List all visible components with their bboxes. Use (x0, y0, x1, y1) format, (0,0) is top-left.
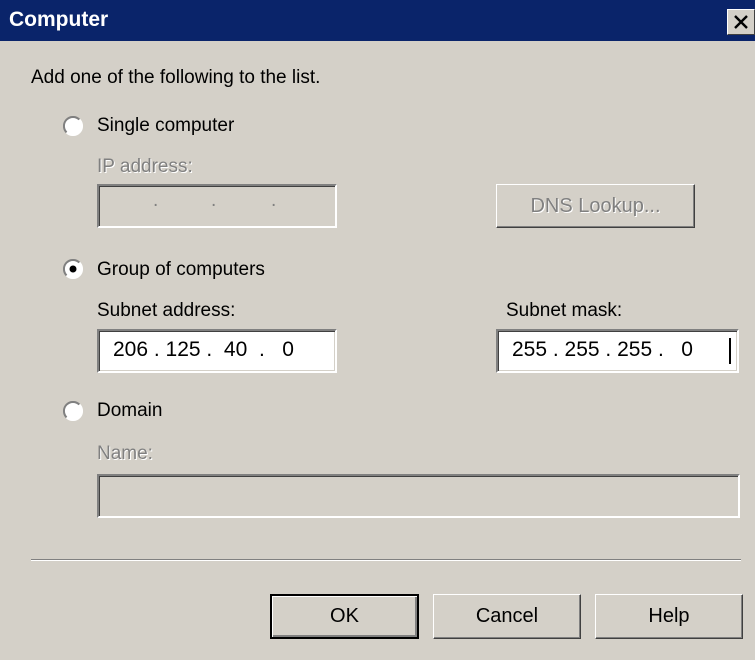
close-button[interactable] (727, 9, 755, 35)
subnet-mask-label: Subnet mask: (506, 300, 623, 321)
domain-label[interactable]: Domain (97, 400, 162, 422)
title-bar: Computer (0, 0, 755, 41)
group-of-computers-label[interactable]: Group of computers (97, 259, 265, 281)
close-icon (734, 15, 748, 29)
subnet-address-field[interactable]: 206 . 125 . 40 . 0 (97, 329, 337, 373)
cancel-button[interactable]: Cancel (433, 594, 581, 639)
subnet-address-value: 206 . 125 . 40 . 0 (113, 338, 294, 361)
domain-label-text: Domain (97, 400, 163, 421)
ip-address-label: IP address: (97, 156, 193, 177)
window-title: Computer (9, 8, 109, 31)
ip-address-field[interactable]: ... (97, 184, 337, 228)
domain-name-field[interactable] (97, 474, 740, 518)
single-computer-radio[interactable] (63, 116, 83, 136)
single-computer-label[interactable]: Single computer (97, 115, 234, 137)
subnet-address-label: Subnet address: (97, 300, 236, 321)
help-button[interactable]: Help (595, 594, 743, 639)
separator (31, 559, 741, 561)
subnet-mask-value: 255 . 255 . 255 . 0 (512, 338, 693, 361)
help-button-label: Help (648, 605, 690, 627)
text-caret (729, 338, 731, 364)
group-of-computers-label-text: Group of computers (97, 259, 265, 280)
cancel-button-label: Cancel (475, 605, 539, 627)
subnet-mask-field[interactable]: 255 . 255 . 255 . 0 (496, 329, 739, 373)
dns-lookup-button[interactable]: DNS Lookup... (496, 184, 695, 228)
name-label: Name: (97, 443, 153, 464)
ok-button-label: OK (330, 605, 359, 627)
instruction-text: Add one of the following to the list. (31, 67, 321, 88)
dns-lookup-label: DNS Lookup... (530, 194, 661, 217)
single-computer-label-text: Single computer (97, 115, 235, 136)
ok-button[interactable]: OK (270, 594, 419, 639)
group-of-computers-radio[interactable] (63, 259, 83, 279)
domain-radio[interactable] (63, 401, 83, 421)
